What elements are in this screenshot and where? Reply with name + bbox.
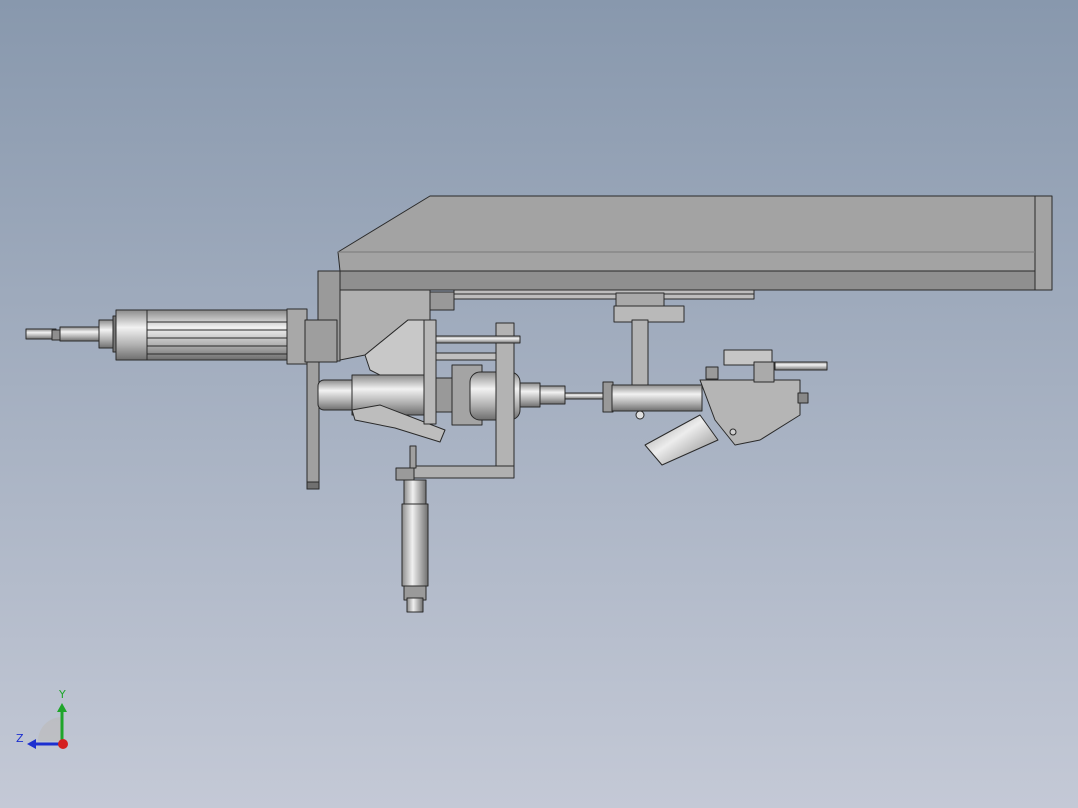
orientation-triad	[27, 703, 68, 749]
triad-y-label: Y	[59, 688, 66, 701]
vertical-cylinder[interactable]	[401, 479, 429, 613]
mount-bolt	[635, 410, 645, 420]
triad-z-label: Z	[16, 732, 24, 745]
servo-motor[interactable]	[25, 308, 338, 365]
triad-y-arrow	[57, 703, 67, 712]
graphics-viewport[interactable]: Y Z	[0, 0, 1078, 808]
triad-z-arrow	[27, 739, 36, 749]
main-beam[interactable]	[337, 195, 1053, 291]
cad-assembly-model[interactable]	[0, 0, 1078, 808]
triad-x-axis	[58, 739, 68, 749]
